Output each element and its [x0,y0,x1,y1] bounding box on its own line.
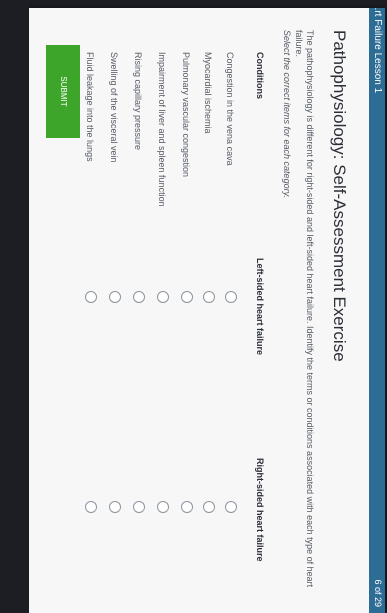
left-sided-radio[interactable] [109,291,121,303]
rotated-stage: ...rt Failure Lesson 1 6 of 29 Pathophys… [0,0,387,613]
condition-label: Rising capillary pressure [133,52,143,151]
left-sided-radio[interactable] [85,291,97,303]
right-sided-header: Right-sided heart failure [255,458,265,562]
page-indicator: 6 of 29 [373,579,383,607]
conditions-header: Conditions [255,52,265,99]
right-sided-radio[interactable] [85,501,97,513]
condition-label: Congestion in the vena cava [225,52,235,166]
right-sided-radio[interactable] [225,501,237,513]
lesson-header-bar: ...rt Failure Lesson 1 6 of 29 [369,8,385,613]
condition-row: Myocardial ischemia [195,8,217,613]
condition-row: Congestion in the vena cava [217,8,239,613]
left-sided-radio[interactable] [157,291,169,303]
instruction-text: Select the correct items for each catego… [282,30,292,198]
right-sided-radio[interactable] [109,501,121,513]
condition-label: Impairment of liver and spleen function [157,52,167,207]
left-sided-radio[interactable] [203,291,215,303]
right-sided-radio[interactable] [181,501,193,513]
condition-label: Pulmonary vascular congestion [181,52,191,178]
course-title: ...rt Failure Lesson 1 [372,8,383,94]
condition-row: Swelling of the visceral vein [101,8,123,613]
left-sided-radio[interactable] [181,291,193,303]
intro-text: The pathophysiology is different for rig… [294,30,315,588]
right-sided-radio[interactable] [133,501,145,513]
condition-label: Fluid leakage into the lungs [85,52,95,162]
condition-row: Rising capillary pressure [125,8,147,613]
lesson-screen: ...rt Failure Lesson 1 6 of 29 Pathophys… [29,8,385,613]
condition-row: Fluid leakage into the lungs [77,8,99,613]
right-sided-radio[interactable] [157,501,169,513]
screen-bezel [0,0,29,613]
left-sided-radio[interactable] [225,291,237,303]
condition-row: Impairment of liver and spleen function [149,8,171,613]
left-sided-header: Left-sided heart failure [255,258,265,356]
left-sided-radio[interactable] [133,291,145,303]
right-sided-radio[interactable] [203,501,215,513]
page-title: Pathophysiology: Self-Assessment Exercis… [330,30,349,362]
condition-label: Swelling of the visceral vein [109,52,119,163]
condition-row: Pulmonary vascular congestion [173,8,195,613]
submit-button[interactable]: SUBMIT [46,45,80,138]
condition-label: Myocardial ischemia [203,52,213,134]
